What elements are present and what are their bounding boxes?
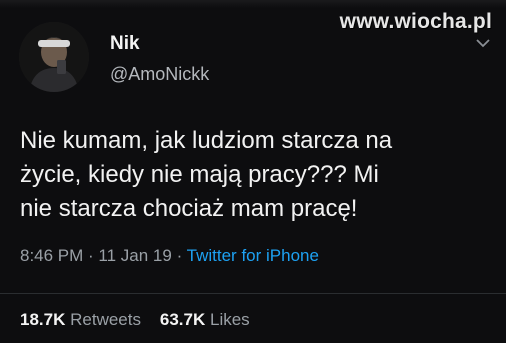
likes-stat[interactable]: 63.7K Likes (160, 310, 250, 329)
tweet-line: nie starcza chociaż mam pracę! (20, 195, 358, 222)
top-edge (0, 0, 506, 8)
retweets-count: 18.7K (20, 310, 66, 329)
client-link[interactable]: Twitter for iPhone (187, 246, 319, 265)
user-handle[interactable]: @AmoNickk (110, 64, 209, 85)
tweet-body: Nie kumam, jak ludziom starcza na życie,… (20, 124, 490, 226)
tweet-date[interactable]: 11 Jan 19 (98, 246, 171, 265)
divider (0, 293, 506, 294)
display-name[interactable]: Nik (110, 33, 140, 55)
tweet-screen: www.wiocha.pl Nik @AmoNickk Nie kumam, j… (0, 0, 506, 343)
retweets-label: Retweets (70, 310, 141, 329)
tweet-stats: 18.7K Retweets 63.7K Likes (20, 310, 250, 330)
tweet-meta: 8:46 PM · 11 Jan 19 · Twitter for iPhone (20, 246, 319, 266)
retweets-stat[interactable]: 18.7K Retweets (20, 310, 141, 329)
likes-label: Likes (210, 310, 250, 329)
tweet-time: 8:46 PM (20, 246, 84, 265)
meta-separator: · (83, 246, 99, 265)
avatar[interactable] (19, 22, 89, 92)
tweet-line: życie, kiedy nie mają pracy??? Mi (20, 161, 379, 188)
meta-separator: · (171, 246, 187, 265)
chevron-down-icon[interactable] (476, 38, 490, 48)
tweet-line: Nie kumam, jak ludziom starcza na (20, 127, 393, 154)
avatar-photo (19, 22, 89, 92)
likes-count: 63.7K (159, 310, 206, 329)
watermark: www.wiocha.pl (339, 10, 492, 33)
